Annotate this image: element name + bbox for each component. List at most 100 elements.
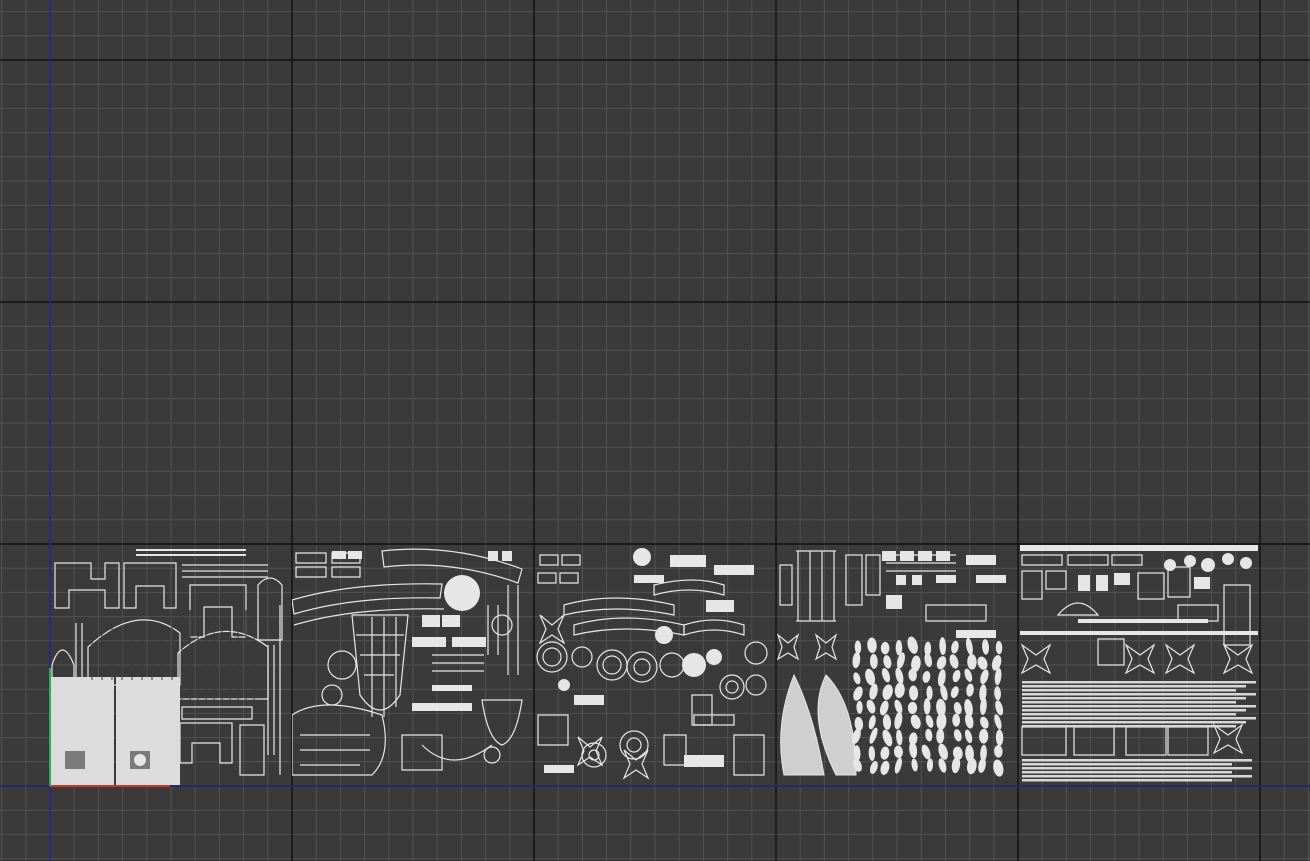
leaf-shell [966,683,974,697]
udim-tile-1002[interactable] [292,545,532,785]
leaf-shell [869,727,878,744]
leaf-shell [911,758,918,772]
leaf-shell [882,684,893,700]
leaf-shell [964,713,974,729]
leaf-shell [991,655,1002,671]
leaf-shell [894,682,905,698]
leaf-shell [882,729,893,747]
leaf-shell [965,637,973,656]
leaf-shell [924,653,933,668]
leaf-shell [921,744,931,760]
leaf-shell [895,667,904,685]
leaf-shell [922,670,931,683]
leaf-shell [994,686,1001,701]
beam-shell [1022,709,1246,712]
beam-shell [1022,705,1256,708]
leaf-shell [964,729,973,744]
leaf-shell [869,683,878,700]
leaf-shell [995,640,1003,655]
leaf-shell [939,637,947,656]
leaf-shell [926,685,933,700]
leaf-shell [949,654,959,669]
leaf-shell [994,714,1002,730]
leaf-shell [936,656,947,670]
uv-shells-clothing [50,549,283,785]
leaf-shell [994,745,1003,758]
beam-shell [1022,689,1236,692]
leaf-shells [851,636,1004,777]
leaf-shell [856,700,863,714]
leaf-shell [936,712,947,730]
leaf-shell [854,640,862,654]
leaf-shell [907,701,918,715]
beam-shell [1022,697,1246,700]
uv-shells-leaves [776,550,1006,777]
leaf-shell [978,758,986,773]
leaf-shell [908,685,919,701]
beam-shell [1022,685,1246,688]
leaf-shell [910,714,921,729]
beam-shell [1022,717,1256,720]
leaf-shell [868,745,876,761]
leaf-shell [880,641,890,655]
udim-tile-1005[interactable] [1018,545,1260,785]
udim-tile-1004[interactable] [776,545,1016,785]
leaf-shell [979,728,989,744]
leaf-shell [853,672,861,685]
beam-shell [1022,759,1252,762]
leaf-shell [896,652,905,669]
leaf-shell [937,669,946,687]
leaf-shell [880,760,890,775]
leaf-shell [894,711,903,730]
beam-shell [1022,713,1236,716]
leaf-shell [938,743,948,760]
leaf-shell [995,700,1004,716]
beam-shell [1022,775,1252,778]
leaf-shell [923,698,931,715]
leaf-shell [995,729,1004,746]
leaf-shell [909,741,918,759]
uv-shells-discs [536,548,768,780]
leaf-shell [867,637,877,654]
leaf-shell [980,669,989,685]
beam-shell [1022,763,1232,766]
leaf-shell [953,729,962,742]
leaf-shell [982,639,990,655]
leaf-shell [853,686,863,701]
leaf-shell [977,656,988,670]
leaf-shell [952,669,961,683]
leaf-shell [880,746,890,760]
beam-shell [1022,721,1246,724]
udim-tile-1003[interactable] [534,545,774,785]
leaf-shell [951,640,959,654]
leaf-shell [869,653,878,669]
leaf-shell [907,636,918,654]
beam-shell [1022,701,1236,704]
leaf-shell [980,716,989,729]
leaf-shell [894,699,903,714]
leaf-shell [879,700,889,716]
leaf-shell [896,729,903,746]
leaf-shell [993,759,1004,777]
leaf-shell [894,757,902,774]
leaf-shell [866,699,876,714]
leaf-shell [964,668,973,682]
leaf-shell [938,758,947,773]
leaf-shell [883,655,892,669]
leaf-shell [925,728,933,742]
uv-editor-viewport[interactable] [0,0,1310,861]
beam-shell [1022,767,1252,770]
leaf-shell [967,654,977,670]
leaf-shell [893,745,903,759]
beam-shell [1022,779,1232,782]
leaf-shell [869,761,878,774]
leaf-shell [952,713,961,727]
beam-shell [1022,681,1256,684]
uv-shells-beams [1020,545,1258,782]
beam-shells [1022,681,1256,782]
beam-shell [1022,725,1236,728]
beam-shell [1022,771,1232,774]
leaf-shell [926,758,934,772]
leaf-shell [925,714,934,728]
udim-tile-1001[interactable] [50,545,290,785]
